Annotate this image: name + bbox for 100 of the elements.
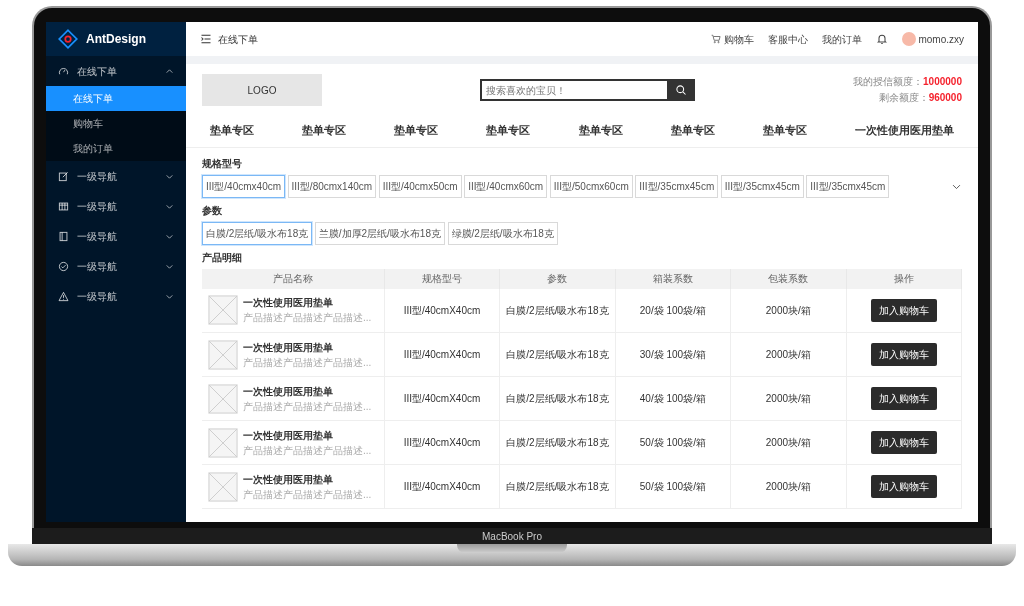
table-cell: 白膜/2层纸/吸水布18克: [499, 464, 616, 509]
section-label: 规格型号: [202, 156, 243, 171]
option-tag[interactable]: III型/40cmx60cm: [464, 174, 548, 198]
book-icon: [58, 230, 69, 242]
option-tag[interactable]: 兰膜/加厚2层纸/吸水布18克: [314, 221, 445, 245]
add-to-cart-button[interactable]: 加入购物车: [870, 387, 937, 410]
menu-item[interactable]: 一级导航: [46, 221, 186, 251]
header-link[interactable]: 客服中心: [767, 31, 808, 47]
header-link[interactable]: 购物车: [711, 31, 754, 47]
chevron-up-icon: [165, 66, 174, 76]
product-name: 一次性使用医用垫单: [243, 428, 334, 443]
category-link[interactable]: 垫单专区: [578, 122, 623, 139]
product-name: 一次性使用医用垫单: [243, 296, 334, 311]
product-name: 一次性使用医用垫单: [243, 340, 334, 355]
header-link[interactable]: 我的订单: [821, 31, 862, 47]
product-description: 产品描述产品描述产品描述...: [243, 487, 372, 502]
option-tag[interactable]: III型/35cmx45cm: [635, 174, 719, 198]
table-cell: 白膜/2层纸/吸水布18克: [499, 376, 616, 421]
column-header: 包装系数: [730, 268, 846, 289]
category-link[interactable]: 垫单专区: [762, 122, 807, 139]
table-cell: III型/40cmX40cm: [384, 420, 500, 465]
option-tag[interactable]: 白膜/2层纸/吸水布18克: [202, 221, 313, 245]
option-tag[interactable]: III型/35cmx45cm: [720, 174, 804, 198]
column-header: 产品名称: [202, 268, 385, 289]
credit-value: 1000000: [923, 76, 962, 87]
image-placeholder-icon: [208, 339, 238, 370]
category-link[interactable]: 垫单专区: [302, 122, 347, 139]
table-cell: 2000块/箱: [730, 288, 846, 333]
check-circle-icon: [58, 260, 69, 272]
search-button[interactable]: [667, 79, 696, 101]
logo: LOGO: [202, 74, 322, 106]
credit-value: 960000: [928, 92, 962, 103]
cart-icon: [711, 34, 722, 44]
credit-label: 我的授信额度：: [853, 76, 924, 87]
add-to-cart-button[interactable]: 加入购物车: [870, 298, 937, 322]
laptop-label: MacBook Pro: [482, 529, 542, 544]
menu-item[interactable]: 一级导航: [46, 191, 186, 221]
option-tag[interactable]: III型/40cmx50cm: [378, 174, 462, 198]
image-placeholder-icon: [208, 295, 238, 326]
option-tag[interactable]: III型/80cmx140cm: [287, 174, 377, 198]
table-cell: 40/袋 100袋/箱: [615, 376, 731, 421]
table-cell: 2000块/箱: [730, 376, 846, 421]
menu-item[interactable]: 一级导航: [46, 281, 186, 311]
logo-text: AntDesign: [86, 31, 146, 48]
product-name: 一次性使用医用垫单: [243, 472, 334, 487]
product-description: 产品描述产品描述产品描述...: [243, 443, 372, 458]
table-cell: III型/40cmX40cm: [384, 464, 500, 509]
add-to-cart-button[interactable]: 加入购物车: [870, 343, 937, 366]
option-tag[interactable]: III型/40cmx40cm: [202, 174, 286, 198]
bell-icon[interactable]: [875, 33, 888, 45]
table-cell: 2000块/箱: [730, 332, 846, 377]
table-cell: 30/袋 100袋/箱: [615, 332, 731, 377]
table-cell: 50/袋 100袋/箱: [615, 464, 731, 509]
user-name[interactable]: momo.zxy: [918, 31, 964, 47]
search-field[interactable]: 搜索喜欢的宝贝！: [480, 79, 668, 101]
column-header: 箱装系数: [615, 268, 731, 289]
category-link[interactable]: 垫单专区: [210, 122, 255, 139]
table-cell: 2000块/箱: [730, 464, 846, 509]
menu-item[interactable]: 一级导航: [46, 161, 186, 191]
menu-item[interactable]: 一级导航: [46, 251, 186, 281]
category-link[interactable]: 垫单专区: [486, 122, 531, 139]
page-title: 在线下单: [218, 32, 259, 47]
image-placeholder-icon: [208, 471, 238, 502]
table-cell: 白膜/2层纸/吸水布18克: [499, 332, 616, 377]
table-cell: 2000块/箱: [730, 420, 846, 465]
category-link[interactable]: 垫单专区: [394, 122, 439, 139]
product-description: 产品描述产品描述产品描述...: [243, 311, 372, 326]
search-icon: [675, 84, 688, 96]
table-cell: III型/40cmX40cm: [384, 376, 500, 421]
gauge-icon: [58, 65, 69, 77]
logo-icon: [58, 29, 78, 49]
menu-item[interactable]: 在线下单: [46, 56, 186, 86]
image-placeholder-icon: [208, 383, 238, 414]
category-link[interactable]: 垫单专区: [670, 122, 715, 139]
warning-icon: [58, 290, 69, 302]
section-label: 参数: [202, 203, 223, 218]
section-label: 产品明细: [202, 250, 243, 265]
option-tag[interactable]: III型/35cmx45cm: [806, 174, 890, 198]
table-icon: [58, 200, 69, 212]
option-tag[interactable]: III型/50cmx60cm: [549, 174, 633, 198]
credit-label: 剩余额度：: [878, 92, 929, 103]
table-cell: 50/袋 100袋/箱: [615, 420, 731, 465]
submenu-item[interactable]: 购物车: [46, 111, 186, 136]
table-cell: 20/袋 100袋/箱: [615, 288, 731, 333]
table-cell: III型/40cmX40cm: [384, 288, 500, 333]
category-link[interactable]: 一次性使用医用垫单: [854, 122, 954, 139]
menu-icon[interactable]: [200, 33, 212, 45]
column-header: 参数: [499, 268, 616, 289]
column-header: 规格型号: [384, 268, 500, 289]
edit-icon: [58, 170, 69, 182]
option-tag[interactable]: 绿膜/2层纸/吸水布18克: [447, 221, 558, 245]
product-description: 产品描述产品描述产品描述...: [243, 355, 372, 370]
table-cell: 白膜/2层纸/吸水布18克: [499, 288, 616, 333]
product-name: 一次性使用医用垫单: [243, 384, 334, 399]
image-placeholder-icon: [208, 427, 238, 458]
add-to-cart-button[interactable]: 加入购物车: [870, 475, 937, 498]
product-description: 产品描述产品描述产品描述...: [243, 399, 372, 414]
add-to-cart-button[interactable]: 加入购物车: [870, 431, 937, 454]
column-header: 操作: [846, 268, 962, 289]
submenu-item[interactable]: 我的订单: [46, 136, 186, 161]
